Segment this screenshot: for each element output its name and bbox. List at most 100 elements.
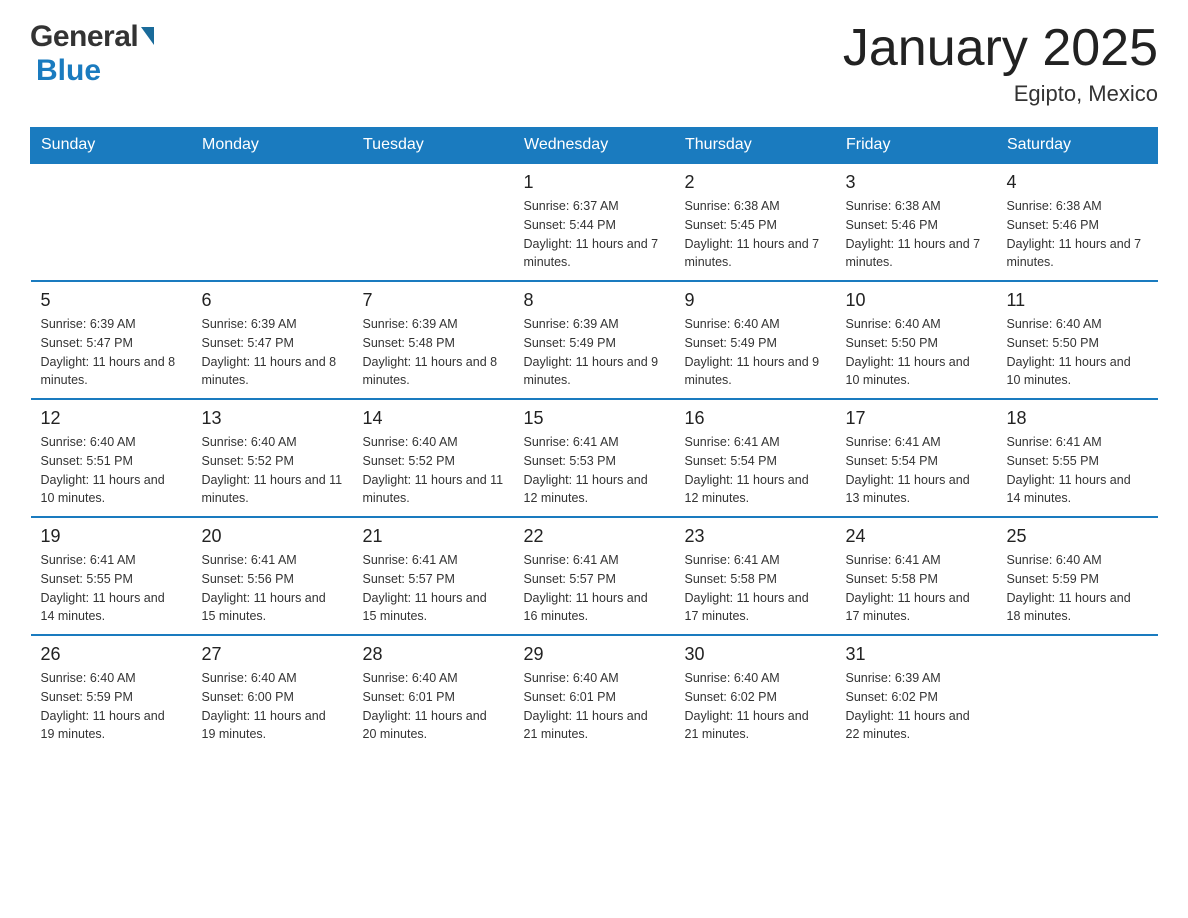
day-number: 27 (202, 644, 343, 665)
day-info: Sunrise: 6:41 AMSunset: 5:55 PMDaylight:… (41, 551, 182, 626)
day-number: 15 (524, 408, 665, 429)
weekday-header: Tuesday (353, 128, 514, 164)
calendar-cell: 6 Sunrise: 6:39 AMSunset: 5:47 PMDaylight… (192, 281, 353, 399)
day-number: 28 (363, 644, 504, 665)
day-info: Sunrise: 6:41 AMSunset: 5:58 PMDaylight:… (685, 551, 826, 626)
calendar-cell: 31Sunrise: 6:39 AMSunset: 6:02 PMDayligh… (836, 635, 997, 752)
calendar-cell: 3 Sunrise: 6:38 AMSunset: 5:46 PMDaylight… (836, 163, 997, 281)
day-number: 14 (363, 408, 504, 429)
calendar-cell: 14Sunrise: 6:40 AMSunset: 5:52 PMDayligh… (353, 399, 514, 517)
calendar-title: January 2025 (843, 20, 1158, 77)
calendar-cell: 5 Sunrise: 6:39 AMSunset: 5:47 PMDaylight… (31, 281, 192, 399)
day-number: 22 (524, 526, 665, 547)
calendar-week-row: 5 Sunrise: 6:39 AMSunset: 5:47 PMDaylight… (31, 281, 1158, 399)
day-number: 1 (524, 172, 665, 193)
calendar-cell (997, 635, 1158, 752)
calendar-cell: 20 Sunrise: 6:41 AMSunset: 5:56 PMDayligh… (192, 517, 353, 635)
weekday-header: Friday (836, 128, 997, 164)
title-block: January 2025 Egipto, Mexico (843, 20, 1158, 107)
day-info: Sunrise: 6:39 AMSunset: 5:48 PMDaylight:… (363, 315, 504, 390)
day-info: Sunrise: 6:41 AMSunset: 5:58 PMDaylight:… (846, 551, 987, 626)
day-number: 2 (685, 172, 826, 193)
calendar-cell: 23 Sunrise: 6:41 AMSunset: 5:58 PMDayligh… (675, 517, 836, 635)
day-info: Sunrise: 6:40 AMSunset: 5:49 PMDaylight:… (685, 315, 826, 390)
day-number: 20 (202, 526, 343, 547)
calendar-cell: 11 Sunrise: 6:40 AMSunset: 5:50 PMDayligh… (997, 281, 1158, 399)
day-number: 26 (41, 644, 182, 665)
weekday-header: Wednesday (514, 128, 675, 164)
calendar-cell: 1 Sunrise: 6:37 AMSunset: 5:44 PMDaylight… (514, 163, 675, 281)
logo-general-text: General (30, 20, 138, 54)
calendar-cell: 25Sunrise: 6:40 AMSunset: 5:59 PMDayligh… (997, 517, 1158, 635)
day-number: 5 (41, 290, 182, 311)
day-info: Sunrise: 6:41 AMSunset: 5:56 PMDaylight:… (202, 551, 343, 626)
calendar-cell: 24 Sunrise: 6:41 AMSunset: 5:58 PMDayligh… (836, 517, 997, 635)
calendar-cell (31, 163, 192, 281)
calendar-cell: 2Sunrise: 6:38 AMSunset: 5:45 PMDaylight… (675, 163, 836, 281)
day-number: 8 (524, 290, 665, 311)
day-info: Sunrise: 6:37 AMSunset: 5:44 PMDaylight:… (524, 197, 665, 272)
day-number: 18 (1007, 408, 1148, 429)
logo: General Blue (30, 20, 154, 88)
day-number: 10 (846, 290, 987, 311)
calendar-cell: 26 Sunrise: 6:40 AMSunset: 5:59 PMDayligh… (31, 635, 192, 752)
day-info: Sunrise: 6:41 AMSunset: 5:53 PMDaylight:… (524, 433, 665, 508)
day-info: Sunrise: 6:40 AMSunset: 6:02 PMDaylight:… (685, 669, 826, 744)
day-info: Sunrise: 6:40 AMSunset: 6:00 PMDaylight:… (202, 669, 343, 744)
day-info: Sunrise: 6:39 AMSunset: 6:02 PMDaylight:… (846, 669, 987, 744)
day-info: Sunrise: 6:39 AMSunset: 5:47 PMDaylight:… (202, 315, 343, 390)
weekday-header: Monday (192, 128, 353, 164)
day-info: Sunrise: 6:41 AMSunset: 5:54 PMDaylight:… (846, 433, 987, 508)
calendar-week-row: 19 Sunrise: 6:41 AMSunset: 5:55 PMDayligh… (31, 517, 1158, 635)
calendar-table: SundayMondayTuesdayWednesdayThursdayFrid… (30, 127, 1158, 752)
calendar-cell: 12 Sunrise: 6:40 AMSunset: 5:51 PMDayligh… (31, 399, 192, 517)
day-number: 6 (202, 290, 343, 311)
logo-triangle-icon (141, 27, 154, 45)
day-info: Sunrise: 6:41 AMSunset: 5:57 PMDaylight:… (363, 551, 504, 626)
day-info: Sunrise: 6:39 AMSunset: 5:47 PMDaylight:… (41, 315, 182, 390)
calendar-cell: 30Sunrise: 6:40 AMSunset: 6:02 PMDayligh… (675, 635, 836, 752)
calendar-cell: 15 Sunrise: 6:41 AMSunset: 5:53 PMDayligh… (514, 399, 675, 517)
calendar-week-row: 26 Sunrise: 6:40 AMSunset: 5:59 PMDayligh… (31, 635, 1158, 752)
calendar-cell (353, 163, 514, 281)
calendar-cell: 16Sunrise: 6:41 AMSunset: 5:54 PMDayligh… (675, 399, 836, 517)
day-number: 16 (685, 408, 826, 429)
calendar-cell: 17 Sunrise: 6:41 AMSunset: 5:54 PMDayligh… (836, 399, 997, 517)
page-header: General Blue January 2025 Egipto, Mexico (30, 20, 1158, 107)
day-info: Sunrise: 6:38 AMSunset: 5:46 PMDaylight:… (846, 197, 987, 272)
logo-blue-text: Blue (36, 54, 101, 88)
calendar-cell: 19 Sunrise: 6:41 AMSunset: 5:55 PMDayligh… (31, 517, 192, 635)
calendar-cell: 7 Sunrise: 6:39 AMSunset: 5:48 PMDaylight… (353, 281, 514, 399)
day-number: 3 (846, 172, 987, 193)
day-number: 21 (363, 526, 504, 547)
day-number: 25 (1007, 526, 1148, 547)
day-number: 12 (41, 408, 182, 429)
day-info: Sunrise: 6:40 AMSunset: 5:59 PMDaylight:… (41, 669, 182, 744)
calendar-cell: 13Sunrise: 6:40 AMSunset: 5:52 PMDayligh… (192, 399, 353, 517)
day-info: Sunrise: 6:38 AMSunset: 5:46 PMDaylight:… (1007, 197, 1148, 272)
calendar-cell: 4Sunrise: 6:38 AMSunset: 5:46 PMDaylight… (997, 163, 1158, 281)
calendar-header-row: SundayMondayTuesdayWednesdayThursdayFrid… (31, 128, 1158, 164)
calendar-week-row: 12 Sunrise: 6:40 AMSunset: 5:51 PMDayligh… (31, 399, 1158, 517)
calendar-cell: 8 Sunrise: 6:39 AMSunset: 5:49 PMDaylight… (514, 281, 675, 399)
day-number: 11 (1007, 290, 1148, 311)
calendar-cell: 10 Sunrise: 6:40 AMSunset: 5:50 PMDayligh… (836, 281, 997, 399)
weekday-header: Thursday (675, 128, 836, 164)
calendar-cell: 18Sunrise: 6:41 AMSunset: 5:55 PMDayligh… (997, 399, 1158, 517)
calendar-cell: 28Sunrise: 6:40 AMSunset: 6:01 PMDayligh… (353, 635, 514, 752)
day-info: Sunrise: 6:39 AMSunset: 5:49 PMDaylight:… (524, 315, 665, 390)
calendar-week-row: 1 Sunrise: 6:37 AMSunset: 5:44 PMDaylight… (31, 163, 1158, 281)
day-number: 17 (846, 408, 987, 429)
day-number: 19 (41, 526, 182, 547)
day-info: Sunrise: 6:40 AMSunset: 5:51 PMDaylight:… (41, 433, 182, 508)
day-number: 7 (363, 290, 504, 311)
calendar-cell: 9 Sunrise: 6:40 AMSunset: 5:49 PMDaylight… (675, 281, 836, 399)
day-number: 23 (685, 526, 826, 547)
day-number: 24 (846, 526, 987, 547)
day-info: Sunrise: 6:40 AMSunset: 5:52 PMDaylight:… (202, 433, 343, 508)
day-number: 9 (685, 290, 826, 311)
day-info: Sunrise: 6:40 AMSunset: 6:01 PMDaylight:… (524, 669, 665, 744)
day-info: Sunrise: 6:40 AMSunset: 5:50 PMDaylight:… (846, 315, 987, 390)
calendar-cell: 29Sunrise: 6:40 AMSunset: 6:01 PMDayligh… (514, 635, 675, 752)
day-info: Sunrise: 6:40 AMSunset: 5:50 PMDaylight:… (1007, 315, 1148, 390)
